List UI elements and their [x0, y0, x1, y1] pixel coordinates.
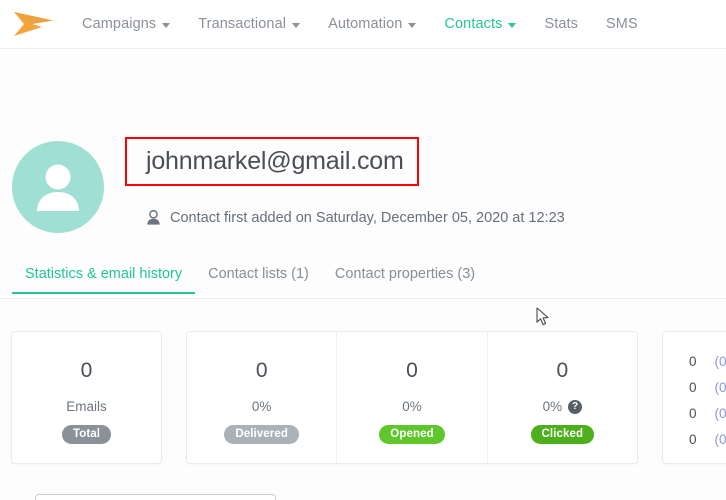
top-navigation-bar: Campaigns Transactional Automation Conta…	[0, 0, 726, 49]
contact-email-highlight: johnmarkel@gmail.com	[125, 137, 419, 186]
stat-percent: 0%	[542, 399, 563, 415]
mouse-cursor	[536, 307, 552, 333]
nav-item-transactional[interactable]: Transactional	[184, 0, 314, 48]
breadcrumb-segment	[294, 93, 362, 102]
status-badge-clicked: Clicked	[530, 425, 595, 445]
nav-item-label: Contacts	[444, 16, 503, 32]
breakdown-percent: (0%	[714, 379, 726, 395]
breakdown-value: 0	[689, 379, 697, 395]
help-icon[interactable]: ?	[568, 400, 583, 414]
status-badge-total: Total	[61, 424, 112, 444]
chevron-down-icon	[508, 22, 517, 28]
nav-item-campaigns[interactable]: Campaigns	[68, 0, 184, 48]
contact-added-info: Contact first added on Saturday, Decembe…	[146, 210, 565, 226]
breakdown-value: 0	[689, 431, 697, 447]
stat-value: 0	[80, 359, 93, 382]
stat-card-clicked-body: 0 0% ? Clicked	[488, 332, 637, 463]
stat-card-opened: 0 0% Opened	[336, 332, 486, 463]
tab-statistics-email-history[interactable]: Statistics & email history	[12, 266, 196, 294]
stat-card-breakdown-partial: 0 (0% 0 (0% 0 (0% 0 (0%	[662, 331, 726, 464]
table-row: 0 (0%	[663, 348, 726, 374]
chevron-down-icon	[408, 22, 417, 28]
stat-percent: 0%	[251, 399, 272, 414]
stat-value: 0	[255, 359, 268, 382]
tab-contact-lists[interactable]: Contact lists (1)	[195, 266, 322, 294]
mouse-pointer-cursor-icon	[536, 307, 549, 326]
stat-subtext: 0%	[402, 400, 422, 414]
person-icon	[147, 210, 160, 225]
chevron-down-icon	[292, 22, 301, 28]
contact-added-text: Contact first added on Saturday, Decembe…	[170, 210, 565, 226]
nav-item-list: Campaigns Transactional Automation Conta…	[68, 0, 652, 48]
nav-item-label: Stats	[544, 16, 578, 32]
contact-email: johnmarkel@gmail.com	[146, 147, 404, 175]
bottom-partial-input[interactable]	[35, 494, 276, 500]
app-root: Campaigns Transactional Automation Conta…	[0, 0, 726, 500]
table-row: 0 (0%	[663, 400, 726, 426]
nav-item-label: Transactional	[198, 16, 287, 32]
stat-value: 0	[556, 359, 569, 382]
status-badge-opened: Opened	[379, 424, 445, 444]
nav-item-sms[interactable]: SMS	[592, 0, 652, 48]
stat-card-opened-body: 0 0% Opened	[337, 332, 486, 463]
nav-item-label: SMS	[606, 16, 638, 32]
stat-card-total-body: 0 Emails Total	[12, 332, 161, 463]
avatar	[12, 141, 104, 233]
stat-card-total: 0 Emails Total	[11, 331, 162, 464]
nav-item-contacts[interactable]: Contacts	[430, 0, 530, 48]
tab-label: Contact lists (1)	[208, 266, 309, 282]
breadcrumb	[256, 93, 362, 102]
table-row: 0 (0%	[663, 426, 726, 452]
status-badge-delivered: Delivered	[224, 424, 299, 444]
tab-contact-properties[interactable]: Contact properties (3)	[322, 266, 488, 294]
tab-label: Contact properties (3)	[334, 266, 476, 282]
breakdown-value: 0	[689, 405, 697, 421]
breakdown-percent: (0%	[714, 431, 726, 447]
sendinblue-arrow-logo-icon	[14, 12, 53, 36]
stat-card-delivered: 0 0% Delivered	[187, 332, 336, 463]
breakdown-row-list: 0 (0% 0 (0% 0 (0% 0 (0%	[663, 332, 726, 452]
table-row: 0 (0%	[663, 374, 726, 400]
stat-subtext: 0%	[252, 400, 272, 414]
breakdown-value: 0	[689, 353, 697, 369]
nav-item-automation[interactable]: Automation	[314, 0, 430, 48]
person-avatar-icon	[37, 164, 79, 211]
stat-percent: 0%	[402, 399, 422, 414]
brand-logo[interactable]	[0, 0, 68, 49]
stat-subtext: 0% ?	[543, 400, 583, 414]
stat-subtext: Emails	[66, 399, 107, 414]
nav-item-label: Automation	[328, 16, 403, 32]
stat-card-group: 0 0% Delivered 0 0% Opened 0 0% ? Clicke…	[186, 331, 638, 464]
stat-card-clicked: 0 0% ? Clicked	[486, 332, 637, 463]
stat-card-delivered-body: 0 0% Delivered	[187, 332, 336, 463]
stat-value: 0	[406, 359, 418, 382]
breakdown-percent: (0%	[714, 353, 726, 369]
breadcrumb-segment	[256, 93, 284, 102]
nav-item-stats[interactable]: Stats	[530, 0, 592, 48]
breakdown-percent: (0%	[714, 405, 726, 421]
chevron-down-icon	[162, 22, 171, 28]
tab-label: Statistics & email history	[25, 266, 183, 282]
tab-bar: Statistics & email history Contact lists…	[0, 266, 726, 299]
nav-item-label: Campaigns	[82, 16, 157, 32]
